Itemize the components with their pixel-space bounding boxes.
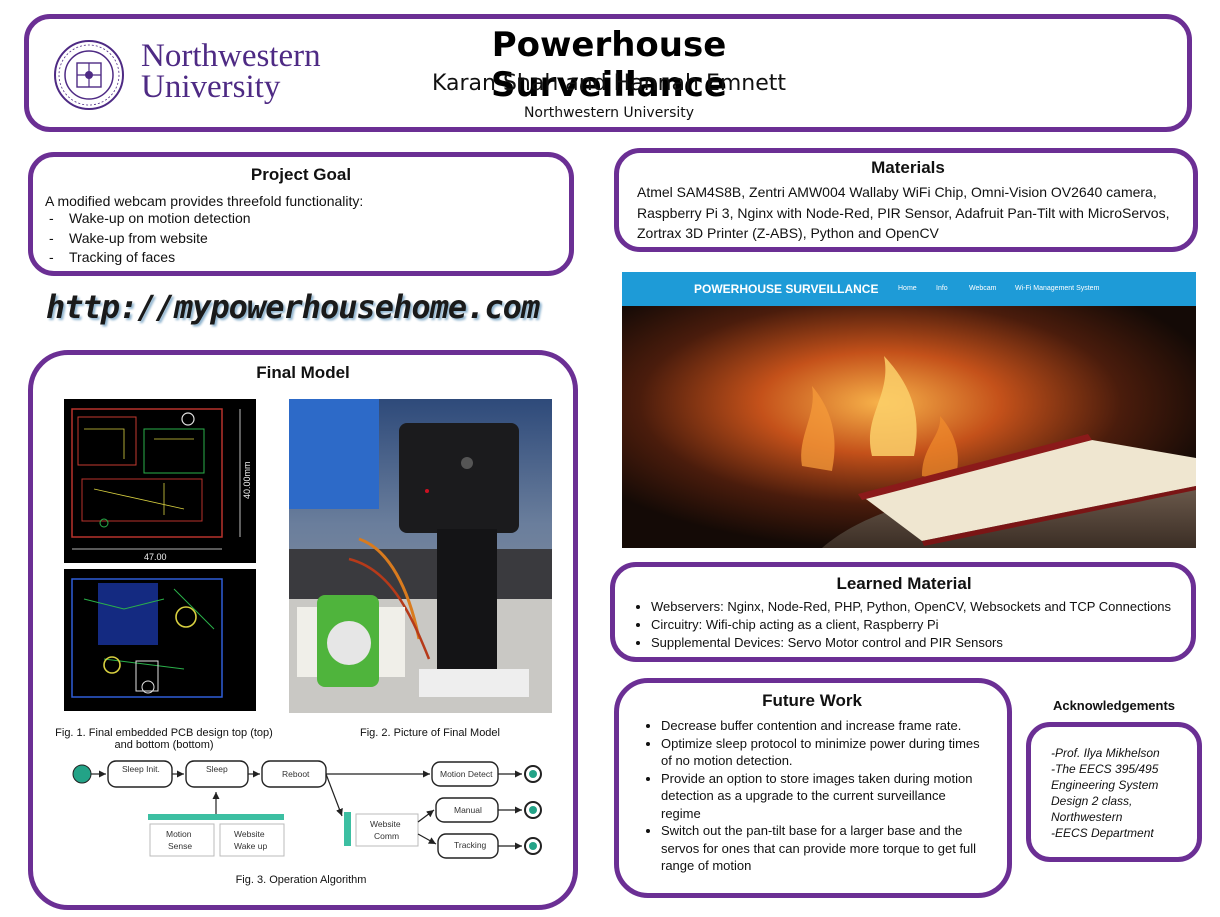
nav-info[interactable]: Info: [936, 285, 948, 292]
node-reboot: Reboot: [261, 760, 327, 788]
acknowledgements-title: Acknowledgements: [1052, 698, 1176, 713]
node-motion-detect: Motion Detect: [431, 761, 499, 787]
ack-line: Engineering System: [1051, 778, 1159, 792]
website-comm-label-2: Comm: [374, 831, 399, 841]
logo-line-2: University: [141, 69, 281, 105]
motion-sense-label-1: Motion: [166, 829, 192, 839]
university-seal-icon: [54, 40, 124, 110]
node-tracking-label: Tracking: [454, 840, 487, 850]
nav-webcam[interactable]: Webcam: [969, 285, 997, 292]
ack-line: -Prof. Ilya Mikhelson: [1051, 746, 1160, 760]
university-logo-text: Northwestern University: [141, 38, 321, 105]
materials-title: Materials: [871, 158, 945, 177]
future-work-title: Future Work: [762, 691, 862, 710]
final-model-photo: [289, 399, 552, 713]
pcb-height-label: 40.00mm: [242, 461, 252, 499]
node-sleep-init-label: Sleep Init.: [122, 764, 160, 774]
list-item: Circuitry: Wifi-chip acting as a client,…: [651, 616, 1177, 634]
pcb-bottom-image: [64, 569, 256, 711]
future-work-box: Future Work Decrease buffer contention a…: [614, 678, 1012, 898]
website-brand: POWERHOUSE SURVEILLANCE: [694, 282, 879, 296]
list-item: Webservers: Nginx, Node-Red, PHP, Python…: [651, 598, 1177, 616]
learned-material-box: Learned Material Webservers: Nginx, Node…: [610, 562, 1196, 662]
pcb-width-label: 47.00: [144, 552, 167, 562]
node-sleep-init: Sleep Init.: [107, 760, 173, 788]
project-goal-intro: A modified webcam provides threefold fun…: [45, 193, 364, 209]
fireplace-book-image: [622, 306, 1196, 548]
list-item: Switch out the pan-tilt base for a large…: [661, 822, 983, 875]
ack-line: -The EECS 395/495: [1051, 762, 1159, 776]
motion-sense-label-2: Sense: [168, 841, 192, 851]
website-comm-label-1: Website: [370, 819, 401, 829]
fig1-caption: Fig. 1. Final embedded PCB design top (t…: [55, 727, 273, 751]
node-manual: Manual: [435, 797, 499, 823]
acknowledgements-lines: -Prof. Ilya Mikhelson -The EECS 395/495 …: [1051, 745, 1187, 841]
website-navbar: POWERHOUSE SURVEILLANCE Home Info Webcam…: [622, 272, 1196, 306]
future-work-list: Decrease buffer contention and increase …: [641, 717, 983, 875]
node-motion-detect-label: Motion Detect: [440, 769, 493, 779]
operation-algorithm-diagram: Sleep Init. Sleep Reboot Motion Detect M…: [72, 760, 542, 859]
pcb-top-image: 47.00 40.00mm: [64, 399, 256, 563]
learned-material-title: Learned Material: [836, 574, 972, 593]
website-wake-label-1: Website: [234, 829, 265, 839]
start-node: [72, 764, 92, 784]
list-item: Wake-up on motion detection: [49, 209, 557, 229]
fig3-caption: Fig. 3. Operation Algorithm: [235, 874, 367, 886]
materials-box: Materials Atmel SAM4S8B, Zentri AMW004 W…: [614, 148, 1198, 252]
acknowledgements-box: -Prof. Ilya Mikhelson -The EECS 395/495 …: [1026, 722, 1202, 862]
project-goal-list: Wake-up on motion detection Wake-up from…: [49, 209, 557, 268]
list-item: Decrease buffer contention and increase …: [661, 717, 983, 735]
learned-material-list: Webservers: Nginx, Node-Red, PHP, Python…: [631, 598, 1177, 652]
node-sleep-label: Sleep: [206, 764, 228, 774]
node-tracking: Tracking: [437, 833, 499, 859]
poster-affiliation: Northwestern University: [523, 105, 695, 121]
project-goal-title: Project Goal: [250, 165, 352, 184]
website-screenshot: POWERHOUSE SURVEILLANCE Home Info Webcam…: [622, 272, 1196, 548]
list-item: Tracking of faces: [49, 248, 557, 268]
fig2-caption: Fig. 2. Picture of Final Model: [359, 727, 500, 739]
website-wake-label-2: Wake up: [234, 841, 268, 851]
poster-authors: Karan Shah and Hannah Emnett: [431, 71, 787, 96]
nav-wifi[interactable]: Wi-Fi Management System: [1015, 285, 1099, 292]
project-goal-box: Project Goal A modified webcam provides …: [28, 152, 574, 276]
list-item: Supplemental Devices: Servo Motor contro…: [651, 634, 1177, 652]
nav-home[interactable]: Home: [898, 285, 917, 292]
list-item: Optimize sleep protocol to minimize powe…: [661, 735, 983, 770]
ack-line: Design 2 class,: [1051, 794, 1133, 808]
node-reboot-label: Reboot: [282, 769, 310, 779]
website-url[interactable]: http://mypowerhousehome.com: [46, 288, 540, 326]
list-item: Wake-up from website: [49, 229, 557, 249]
node-manual-label: Manual: [454, 805, 482, 815]
ack-line: Northwestern: [1051, 810, 1123, 824]
materials-text: Atmel SAM4S8B, Zentri AMW004 Wallaby WiF…: [637, 184, 1170, 241]
list-item: Provide an option to store images taken …: [661, 770, 983, 823]
final-model-title: Final Model: [256, 363, 350, 382]
ack-line: -EECS Department: [1051, 826, 1154, 840]
logo-line-1: Northwestern: [141, 38, 321, 74]
header-box: Northwestern University Powerhouse Surve…: [24, 14, 1192, 132]
node-sleep: Sleep: [185, 760, 249, 788]
